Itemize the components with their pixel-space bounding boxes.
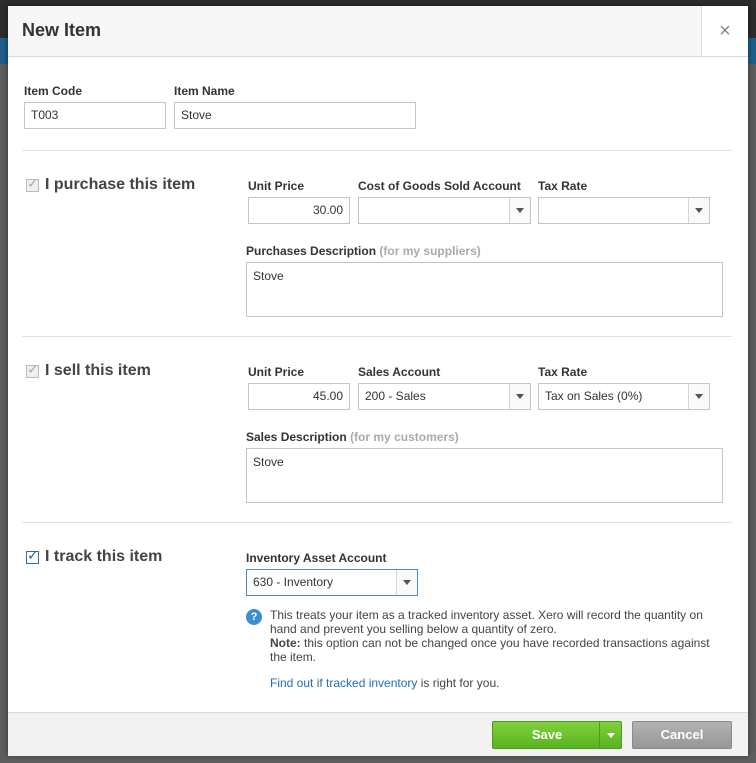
chevron-down-icon[interactable] [688,384,709,409]
sell-tax-rate-label: Tax Rate [538,365,588,379]
cancel-button[interactable]: Cancel [632,721,732,749]
cogs-account-select[interactable] [358,197,531,224]
sales-account-value: 200 - Sales [365,389,426,403]
track-checkbox-label: I track this item [45,548,163,565]
sales-account-select[interactable]: 200 - Sales [358,383,531,410]
inventory-asset-account-select[interactable]: 630 - Inventory [246,569,418,596]
sell-unit-price-input[interactable]: 45.00 [248,383,350,410]
sales-description-label: Sales Description (for my customers) [246,430,459,444]
save-button-group: Save [492,721,622,749]
sell-checkbox[interactable]: ✓ I sell this item [26,360,151,380]
tracked-inventory-link-suffix: is right for you. [420,676,500,690]
chevron-down-icon[interactable] [688,198,709,223]
save-options-button[interactable] [599,722,621,748]
tracking-info-line: This treats your item as a tracked inven… [270,608,703,636]
tracking-info-text: This treats your item as a tracked inven… [270,608,720,664]
purchases-description-hint: (for my suppliers) [379,244,481,258]
chevron-down-icon[interactable] [396,570,417,595]
sell-unit-price-label: Unit Price [248,365,305,379]
checkbox-icon: ✓ [26,360,39,378]
purchase-unit-price-input[interactable]: 30.00 [248,197,350,224]
chevron-down-icon[interactable] [509,198,530,223]
tracked-inventory-link[interactable]: Find out if tracked inventory [270,676,417,690]
cogs-account-label: Cost of Goods Sold Account [358,179,521,193]
purchase-tax-rate-select[interactable] [538,197,710,224]
sales-account-label: Sales Account [358,365,441,379]
sell-tax-rate-value: Tax on Sales (0%) [545,389,643,403]
dialog-footer: Save Cancel [8,712,748,756]
note-text: this option can not be changed once you … [270,636,710,664]
purchase-checkbox[interactable]: ✓ I purchase this item [26,174,196,194]
close-icon: × [719,19,731,42]
dialog-title: New Item [22,20,102,40]
sales-description-textarea[interactable]: Stove [246,448,723,503]
purchase-unit-price-label: Unit Price [248,179,305,193]
inventory-asset-account-value: 630 - Inventory [253,575,334,589]
help-icon: ? [246,609,262,625]
checkbox-icon: ✓ [26,546,39,564]
divider [22,336,732,337]
inventory-asset-account-label: Inventory Asset Account [246,551,387,565]
tracking-note: Note: this option can not be changed onc… [270,636,720,664]
item-code-label: Item Code [24,84,83,98]
chevron-down-icon [606,732,615,738]
sales-description-hint: (for my customers) [350,430,459,444]
purchase-tax-rate-label: Tax Rate [538,179,588,193]
new-item-dialog: New Item × Item Code T003 Item Name Stov… [8,6,748,756]
note-label: Note: [270,636,301,650]
divider [22,150,732,151]
purchase-checkbox-label: I purchase this item [45,176,196,193]
sell-tax-rate-select[interactable]: Tax on Sales (0%) [538,383,710,410]
tracking-help-line: Find out if tracked inventory is right f… [270,676,499,690]
dialog-header: New Item × [8,6,748,57]
divider [22,522,732,523]
track-checkbox[interactable]: ✓ I track this item [26,546,163,566]
chevron-down-icon[interactable] [509,384,530,409]
sell-checkbox-label: I sell this item [45,362,151,379]
item-name-label: Item Name [174,84,235,98]
checkbox-icon: ✓ [26,174,39,192]
purchases-description-textarea[interactable]: Stove [246,262,723,317]
save-button[interactable]: Save [493,722,601,748]
close-button[interactable]: × [701,6,748,56]
item-code-input[interactable]: T003 [24,102,166,129]
item-name-input[interactable]: Stove [174,102,416,129]
purchases-description-label: Purchases Description (for my suppliers) [246,244,481,258]
